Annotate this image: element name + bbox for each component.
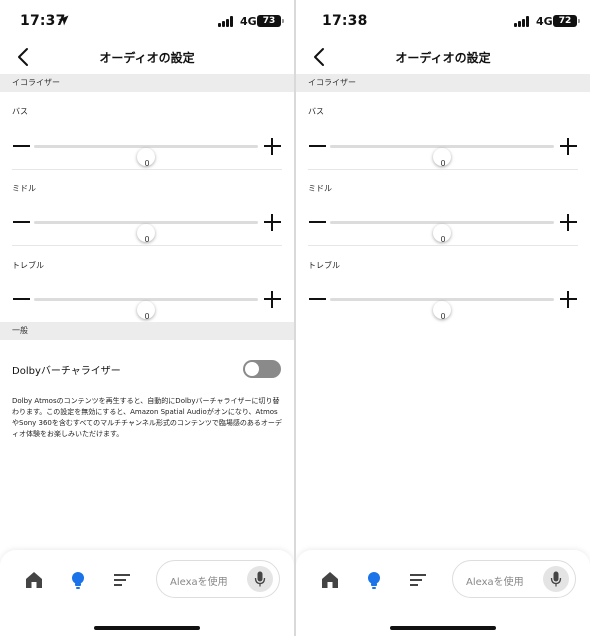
minus-icon[interactable]: [309, 298, 326, 300]
eq-slider-mid: [0, 210, 294, 242]
plus-icon[interactable]: [264, 291, 281, 308]
list-icon[interactable]: [408, 570, 428, 590]
signal-icon: [514, 16, 531, 27]
slider-track[interactable]: [330, 298, 554, 319]
dolby-description: Dolby Atmosのコンテンツを再生すると、自動的にDolbyバーチャライザ…: [12, 397, 282, 438]
alexa-button[interactable]: Alexaを使用: [156, 560, 280, 598]
slider-track[interactable]: [34, 221, 258, 242]
status-bar: 17:37 4G 73: [0, 0, 294, 44]
microphone-icon: [254, 571, 266, 587]
home-indicator: [94, 626, 200, 630]
network-type: 4G: [536, 15, 553, 28]
devices-bulb-icon[interactable]: [68, 570, 88, 590]
home-icon[interactable]: [24, 570, 44, 590]
home-icon[interactable]: [320, 570, 340, 590]
phone-screen-1: 17:37 4G 73 オーディオの設定 イコライザー バス 0 ミドル 0 ト…: [0, 0, 294, 636]
eq-value-bass: 0: [144, 159, 150, 168]
eq-label-mid: ミドル: [308, 184, 332, 193]
list-icon[interactable]: [112, 570, 132, 590]
plus-icon[interactable]: [264, 214, 281, 231]
battery-icon: 72: [553, 15, 580, 27]
minus-icon[interactable]: [13, 145, 30, 147]
bottom-nav: Alexaを使用: [296, 550, 590, 636]
eq-label-bass: バス: [308, 107, 324, 116]
eq-label-treble: トレブル: [12, 261, 44, 270]
divider: [308, 245, 578, 246]
eq-label-treble: トレブル: [308, 261, 340, 270]
slider-track[interactable]: [330, 221, 554, 242]
slider-track[interactable]: [34, 145, 258, 166]
minus-icon[interactable]: [309, 145, 326, 147]
eq-label-bass: バス: [12, 107, 28, 116]
location-arrow-icon: [58, 15, 69, 26]
alexa-button-label: Alexaを使用: [466, 577, 524, 588]
phone-screen-2: 17:38 4G 72 オーディオの設定 イコライザー バス 0 ミドル 0 ト…: [296, 0, 590, 636]
minus-icon[interactable]: [13, 221, 30, 223]
eq-slider-treble: [0, 287, 294, 319]
eq-value-treble: 0: [144, 312, 150, 321]
slider-track[interactable]: [330, 145, 554, 166]
signal-icon: [218, 16, 235, 27]
section-header-general: 一般: [0, 322, 294, 340]
divider: [12, 245, 282, 246]
nav-bar: オーディオの設定: [0, 44, 294, 72]
eq-slider-bass: [0, 134, 294, 166]
status-time: 17:38: [322, 13, 368, 29]
section-header-equalizer: イコライザー: [0, 74, 294, 92]
battery-icon: 73: [257, 15, 284, 27]
alexa-button-label: Alexaを使用: [170, 577, 228, 588]
status-bar: 17:38 4G 72: [296, 0, 590, 44]
divider: [308, 169, 578, 170]
microphone-button[interactable]: [247, 566, 273, 592]
eq-label-mid: ミドル: [12, 184, 36, 193]
plus-icon[interactable]: [560, 138, 577, 155]
eq-value-treble: 0: [440, 312, 446, 321]
bottom-nav: Alexaを使用: [0, 550, 294, 636]
plus-icon[interactable]: [560, 214, 577, 231]
nav-bar: オーディオの設定: [296, 44, 590, 72]
home-indicator: [390, 626, 496, 630]
microphone-button[interactable]: [543, 566, 569, 592]
slider-track[interactable]: [34, 298, 258, 319]
minus-icon[interactable]: [309, 221, 326, 223]
devices-bulb-icon[interactable]: [364, 570, 384, 590]
dolby-virtualizer-toggle[interactable]: [243, 360, 281, 378]
eq-value-mid: 0: [440, 235, 446, 244]
plus-icon[interactable]: [264, 138, 281, 155]
eq-slider-bass: [296, 134, 590, 166]
page-title: オーディオの設定: [395, 51, 491, 65]
section-header-equalizer: イコライザー: [296, 74, 590, 92]
eq-value-mid: 0: [144, 235, 150, 244]
toggle-knob: [245, 362, 259, 376]
page-title: オーディオの設定: [99, 51, 195, 65]
alexa-button[interactable]: Alexaを使用: [452, 560, 576, 598]
network-type: 4G: [240, 15, 257, 28]
eq-slider-mid: [296, 210, 590, 242]
plus-icon[interactable]: [560, 291, 577, 308]
divider: [12, 169, 282, 170]
eq-value-bass: 0: [440, 159, 446, 168]
minus-icon[interactable]: [13, 298, 30, 300]
dolby-virtualizer-label: Dolbyバーチャライザー: [12, 366, 121, 377]
eq-slider-treble: [296, 287, 590, 319]
microphone-icon: [550, 571, 562, 587]
